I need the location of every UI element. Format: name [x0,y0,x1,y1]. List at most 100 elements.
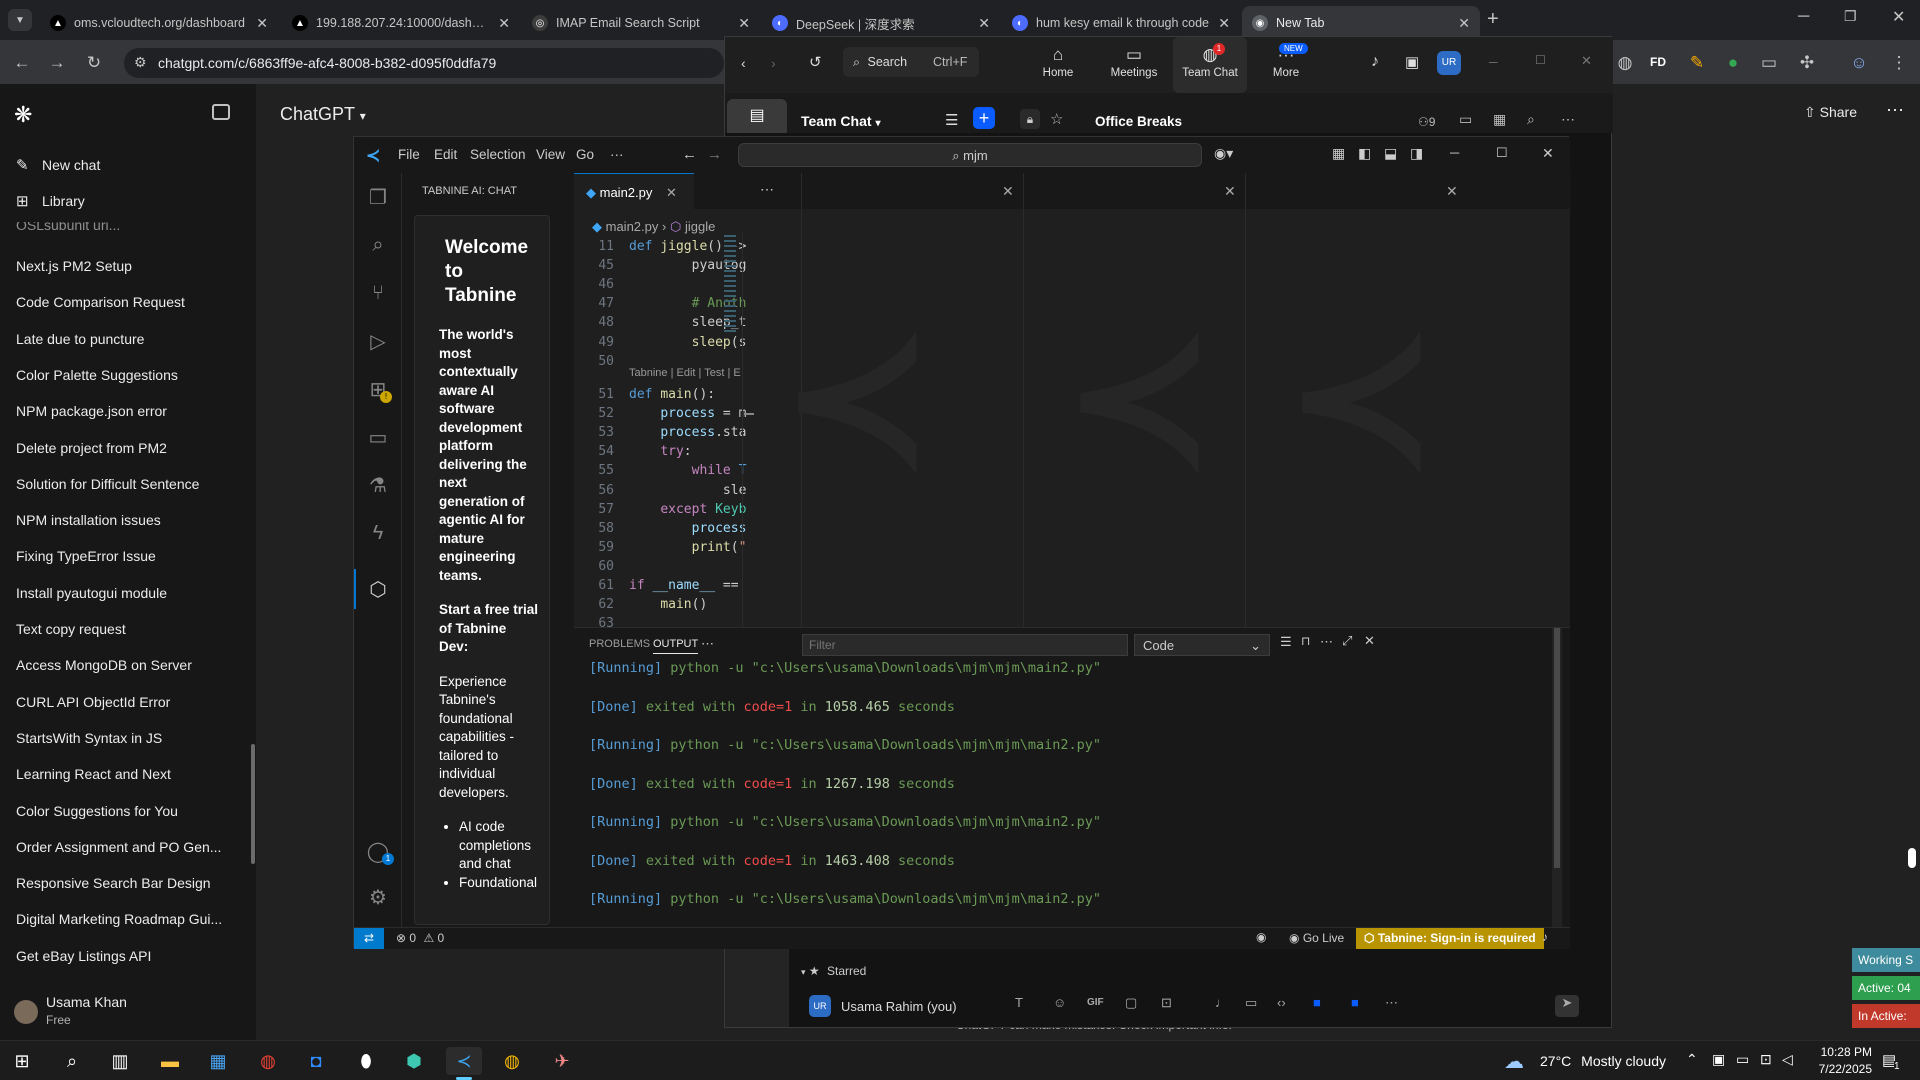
copilot-status-icon[interactable]: ◉ [1256,930,1266,944]
remote-indicator[interactable]: ⇄ [354,928,384,949]
emoji-icon[interactable]: ☺ [1053,995,1066,1010]
history-item[interactable]: Late due to puncture [16,331,226,347]
user-name[interactable]: Usama Khan [46,994,127,1010]
tabnine-status[interactable]: ⬡ Tabnine: Sign-in is required [1356,928,1544,949]
member-count[interactable]: ⚇9 [1418,115,1435,129]
tray-battery-icon[interactable]: ▭ [1736,1051,1749,1068]
starred-section[interactable]: ▾ ★ Starred [801,964,866,978]
tray-app-icon[interactable]: ▣ [1712,1051,1725,1068]
close-panel-icon[interactable]: ✕ [1364,633,1375,649]
star-icon[interactable]: ☆ [1050,110,1063,128]
code-line[interactable]: process = m [629,406,746,421]
menu-item[interactable]: ··· [610,147,624,162]
panel-tab-output[interactable]: OUTPUT [653,638,699,654]
go-live-status[interactable]: ◉ Go Live [1289,931,1344,945]
history-item[interactable]: Delete project from PM2 [16,440,226,456]
clock[interactable]: 10:28 PM 7/22/2025 [1808,1045,1872,1076]
user-avatar[interactable] [14,1000,38,1024]
editor-tab-main2[interactable]: ◆ main2.py ✕ [574,173,694,209]
thunder-client-icon[interactable]: ϟ [366,521,390,545]
channel-name[interactable]: Office Breaks [1095,114,1182,129]
zoom-bell-icon[interactable]: ♪ [1371,53,1379,71]
app-teal-icon[interactable]: ⬢ [396,1047,432,1075]
tray-overflow-icon[interactable]: ⌃ [1686,1051,1698,1068]
video-message-icon[interactable]: ▭ [1245,995,1257,1011]
attach-icon[interactable]: ⊡ [1161,995,1172,1011]
vscode-maximize-icon[interactable]: ☐ [1496,145,1508,161]
zoom-user-avatar[interactable]: UR [1437,51,1461,75]
vscode-taskbar-icon[interactable]: ≺ [446,1047,482,1075]
chrome-profile-icon[interactable]: ◍ [494,1047,530,1075]
new-tab-button[interactable]: + [1487,8,1499,31]
weather-widget[interactable]: 27°C Mostly cloudy [1540,1053,1666,1069]
taskbar-search-icon[interactable]: ⌕ [54,1047,90,1075]
toggle-panel-icon[interactable]: ⬓ [1384,145,1397,162]
history-item[interactable]: Learning React and Next [16,766,226,782]
zoom-back-icon[interactable]: ‹ [741,55,746,71]
tab-search-icon[interactable]: ▼ [8,9,32,31]
code-line[interactable]: process.sta [629,425,746,440]
tabnine-icon[interactable]: ⬡ [366,577,390,601]
tab-close-icon[interactable]: ✕ [666,185,677,200]
team-chat-title[interactable]: Team Chat ▾ [801,113,880,129]
history-item[interactable]: Access MongoDB on Server [16,657,226,673]
history-item[interactable]: Get eBay Listings API [16,948,226,964]
gif-icon[interactable]: GIF [1087,997,1104,1008]
output-channel-select[interactable]: Code ⌄ [1134,634,1270,656]
code-line[interactable]: main() [629,597,707,612]
browser-tab[interactable]: ◎ IMAP Email Search Script ✕ [522,6,760,40]
app-other-icon[interactable]: ✈ [544,1047,580,1075]
share-button[interactable]: ⇧ Share [1804,104,1857,121]
nav-forward-icon[interactable]: → [707,146,722,163]
toggle-secondary-sidebar-icon[interactable]: ◨ [1410,145,1423,162]
panel-tab-problems[interactable]: PROBLEMS [589,638,650,650]
copilot-icon[interactable]: ◉▾ [1214,145,1233,162]
nav-back-icon[interactable]: ← [682,146,697,163]
run-debug-icon[interactable]: ▷ [366,329,390,353]
zoom-chat-rail-icon[interactable]: ▤ [727,99,787,133]
app2-icon[interactable]: ■ [1351,995,1359,1010]
sidebar-scrollbar[interactable] [251,744,255,864]
maximize-panel-icon[interactable]: ⤢ [1342,633,1352,649]
screenshot-icon[interactable]: ▢ [1125,995,1137,1011]
window-close-icon[interactable]: ✕ [1892,7,1905,27]
tab-close-icon[interactable]: ✕ [1218,15,1230,32]
vscode-close-icon[interactable]: ✕ [1542,145,1554,162]
new-chat-button[interactable]: New chat [42,157,252,173]
scroll-handle-icon[interactable] [1908,848,1916,868]
testing-icon[interactable]: ⚗ [366,473,390,497]
notifications-bell-icon[interactable]: ♪ [1542,930,1548,944]
zoom-nav-home[interactable]: ⌂ Home [1023,45,1093,79]
editor-breadcrumb[interactable]: ◆ main2.py › ⬡ jiggle [592,219,715,235]
zoom-minimize-icon[interactable]: ─ [1489,55,1498,69]
panel-actions-icon[interactable]: ⋯ [1320,634,1333,650]
address-bar[interactable]: ⚙ chatgpt.com/c/6863ff9e-afc4-8008-b382-… [124,48,724,78]
tray-volume-icon[interactable]: ◁ [1782,1051,1793,1068]
tab-close-icon[interactable]: ✕ [978,15,990,32]
code-line[interactable]: try: [629,444,691,459]
browser-tab[interactable]: ◐ hum kesy email k through code ✕ [1002,6,1240,40]
composer-more-icon[interactable]: ⋯ [1385,995,1398,1011]
window-restore-icon[interactable]: ❐ [1844,8,1857,25]
tray-network-icon[interactable]: ⊡ [1760,1051,1772,1068]
browser-tab[interactable]: ◉ New Tab ✕ [1242,6,1480,40]
zoom-maximize-icon[interactable]: ☐ [1535,53,1546,67]
code-line[interactable]: process [629,521,747,536]
extension-globe-icon[interactable]: ◍ [1612,50,1638,76]
self-user-name[interactable]: Usama Rahim (you) [841,999,957,1014]
windows-start-icon[interactable]: ⊞ [4,1047,40,1075]
zoom-history-icon[interactable]: ↺ [809,53,822,71]
channel-calendar-icon[interactable]: ▦ [1493,111,1506,128]
extension-tabs-icon[interactable]: ▭ [1756,50,1782,76]
manage-gear-icon[interactable]: ⚙ [366,885,390,909]
zoom-nav-team-chat[interactable]: ◍ Team Chat [1175,45,1245,79]
history-item[interactable]: Text copy request [16,621,226,637]
history-item-partial[interactable]: OSLsubunit uri... [16,222,226,234]
remote-explorer-icon[interactable]: ▭ [366,425,390,449]
weather-icon[interactable]: ☁ [1504,1049,1524,1074]
history-item[interactable]: Code Comparison Request [16,294,226,310]
back-icon[interactable]: ← [9,50,35,76]
compose-button[interactable]: + [973,107,995,129]
menu-item[interactable]: Edit [434,147,457,162]
command-center-search[interactable]: ⌕ mjm [738,143,1202,167]
